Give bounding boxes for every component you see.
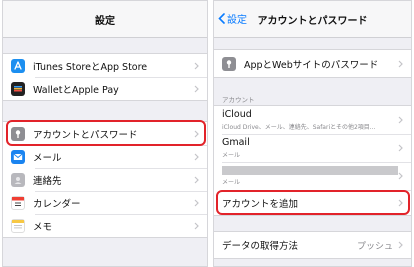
- settings-item-label: カレンダー: [33, 198, 81, 210]
- account-title: Gmail: [222, 137, 250, 148]
- chevron-right-icon: [398, 116, 403, 124]
- settings-item-label: 連絡先: [33, 175, 62, 187]
- redacted-account-name: [222, 166, 398, 175]
- mail-icon: [11, 149, 25, 164]
- back-button[interactable]: 設定: [218, 11, 247, 26]
- settings-item-calendar[interactable]: カレンダー: [3, 191, 207, 214]
- chevron-right-icon: [398, 241, 403, 249]
- account-subtitle: iCloud Drive、メール、連絡先、Safariとその他2項目...: [222, 124, 376, 131]
- fetch-data-item[interactable]: データの取得方法 プッシュ: [214, 232, 411, 258]
- app-store-icon: [11, 58, 25, 73]
- chevron-right-icon: [194, 62, 199, 69]
- settings-item-wallet-apple-pay[interactable]: WalletとApple Pay: [3, 77, 207, 100]
- settings-item-mail[interactable]: メール: [3, 145, 207, 168]
- back-label: 設定: [227, 15, 247, 26]
- notes-icon: [11, 218, 25, 233]
- page-title: 設定: [95, 15, 115, 27]
- fetch-group: データの取得方法 プッシュ: [214, 231, 411, 259]
- account-subtitle: メール: [222, 152, 241, 159]
- highlight-box: [216, 190, 410, 215]
- settings-item-label: iTunes StoreとApp Store: [33, 61, 148, 73]
- chevron-right-icon: [398, 144, 403, 152]
- settings-item-itunes-app-store[interactable]: iTunes StoreとApp Store: [3, 54, 207, 77]
- settings-nav-bar: 設定: [3, 1, 207, 38]
- chevron-right-icon: [194, 199, 199, 206]
- chevron-right-icon: [194, 176, 199, 183]
- passwords-group: AppとWebサイトのパスワード: [214, 49, 411, 78]
- accounts-nav-bar: 設定 アカウントとパスワード: [214, 1, 411, 38]
- accounts-passwords-panel: 設定 アカウントとパスワード AppとWebサイトのパスワード アカウント iC…: [213, 0, 412, 267]
- accounts-section-header: アカウント: [222, 96, 255, 104]
- settings-panel: 設定 iTunes StoreとApp Store WalletとApple P…: [2, 0, 208, 267]
- account-subtitle: メール: [222, 179, 241, 186]
- highlight-box: [6, 120, 206, 146]
- page-title: アカウントとパスワード: [257, 15, 368, 27]
- account-item-gmail[interactable]: Gmail メール: [214, 134, 411, 162]
- chevron-left-icon: [218, 13, 225, 24]
- settings-item-label: WalletとApple Pay: [33, 84, 119, 96]
- app-website-passwords-item[interactable]: AppとWebサイトのパスワード: [214, 50, 411, 77]
- settings-group-store: iTunes StoreとApp Store WalletとApple Pay: [3, 53, 207, 101]
- chevron-right-icon: [194, 153, 199, 160]
- account-item-icloud[interactable]: iCloud iCloud Drive、メール、連絡先、Safariとその他2項…: [214, 106, 411, 134]
- chevron-right-icon: [398, 172, 403, 180]
- contacts-icon: [11, 172, 25, 187]
- chevron-right-icon: [194, 85, 199, 92]
- chevron-right-icon: [398, 60, 403, 67]
- passwords-label: AppとWebサイトのパスワード: [244, 59, 379, 71]
- chevron-right-icon: [194, 222, 199, 229]
- settings-item-label: メモ: [33, 221, 53, 233]
- settings-item-contacts[interactable]: 連絡先: [3, 168, 207, 191]
- settings-item-label: メール: [33, 152, 62, 164]
- key-icon: [222, 56, 236, 71]
- fetch-value: プッシュ: [356, 241, 393, 252]
- account-title: iCloud: [222, 109, 252, 120]
- wallet-icon: [11, 81, 25, 96]
- settings-item-notes[interactable]: メモ: [3, 214, 207, 237]
- account-item-redacted[interactable]: メール: [214, 162, 411, 190]
- calendar-icon: [11, 195, 25, 210]
- fetch-label: データの取得方法: [222, 241, 299, 252]
